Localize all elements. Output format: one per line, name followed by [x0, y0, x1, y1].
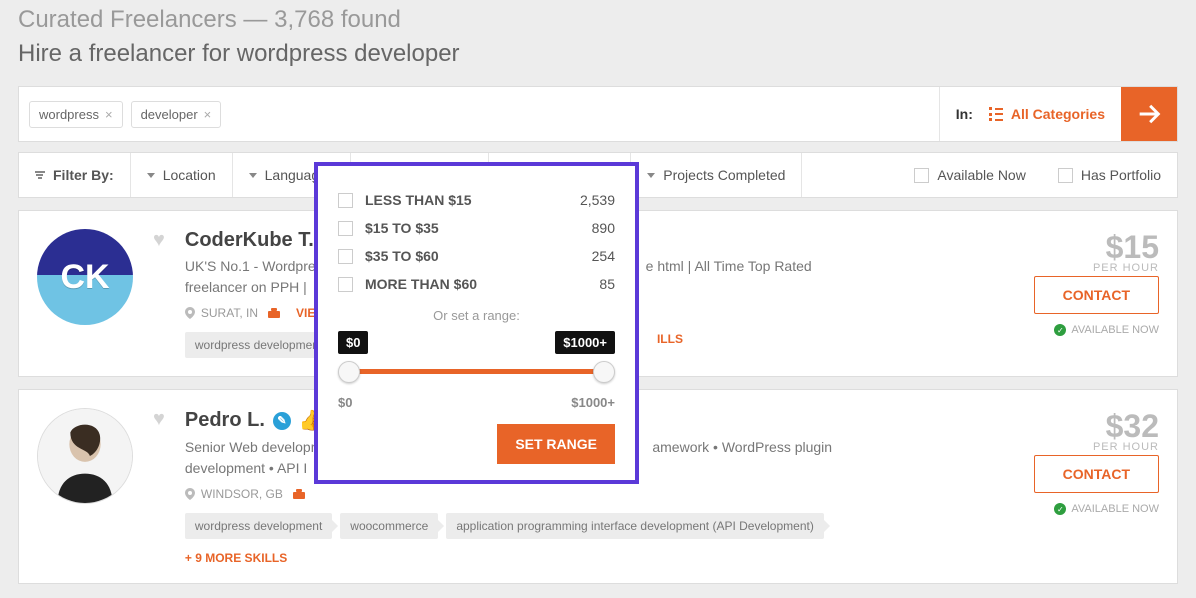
search-tags[interactable]: wordpress× developer×	[19, 87, 939, 141]
rate-option[interactable]: LESS THAN $152,539	[338, 186, 615, 214]
set-range-button[interactable]: SET RANGE	[497, 424, 615, 464]
rate-option[interactable]: MORE THAN $6085	[338, 270, 615, 298]
scale-min: $0	[338, 395, 352, 410]
per-hour-rate-dropdown: LESS THAN $152,539 $15 TO $35890 $35 TO …	[314, 162, 639, 484]
checkbox-icon[interactable]	[338, 277, 353, 292]
arrow-right-icon	[1135, 100, 1163, 128]
checkbox-icon[interactable]	[338, 221, 353, 236]
scale-max: $1000+	[571, 395, 615, 410]
skill-tag[interactable]: woocommerce	[340, 513, 438, 539]
search-bar: wordpress× developer× In: All Categories	[18, 86, 1178, 142]
avatar-photo	[38, 408, 132, 504]
page-title: Curated Freelancers — 3,768 found	[18, 0, 1178, 34]
skill-tag[interactable]: wordpress development	[185, 513, 332, 539]
funnel-icon	[35, 171, 45, 179]
favorite-icon[interactable]: ♥	[153, 229, 165, 252]
check-icon: ✓	[1054, 324, 1066, 336]
checkbox-icon[interactable]	[914, 168, 929, 183]
contact-button[interactable]: CONTACT	[1034, 276, 1159, 314]
rate-unit: PER HOUR	[1093, 262, 1159, 274]
search-submit-button[interactable]	[1121, 87, 1177, 141]
briefcase-icon	[268, 308, 280, 318]
skill-tag[interactable]: wordpress developmen	[185, 332, 329, 358]
chevron-down-icon	[647, 173, 655, 178]
availability-badge: ✓AVAILABLE NOW	[1054, 324, 1159, 336]
avatar[interactable]: CK	[37, 229, 133, 325]
chevron-down-icon	[147, 173, 155, 178]
verified-badge-icon: ✎	[273, 412, 291, 430]
remove-tag-icon[interactable]: ×	[204, 107, 212, 122]
more-skills-link[interactable]: + 9 MORE SKILLS	[185, 551, 899, 565]
slider-min-bubble: $0	[338, 331, 368, 354]
category-selector: In: All Categories	[939, 87, 1121, 141]
checkbox-icon[interactable]	[338, 193, 353, 208]
range-label: Or set a range:	[338, 308, 615, 323]
briefcase-icon	[293, 489, 305, 499]
list-icon	[989, 107, 1003, 121]
filter-location[interactable]: Location	[131, 153, 233, 197]
in-label: In:	[956, 106, 973, 122]
slider-handle-max[interactable]	[593, 361, 615, 383]
rate-option[interactable]: $15 TO $35890	[338, 214, 615, 242]
hourly-rate: $32	[1106, 408, 1159, 445]
skills-row: wordpress development woocommerce applic…	[185, 513, 899, 539]
contact-button[interactable]: CONTACT	[1034, 455, 1159, 493]
page-subtitle: Hire a freelancer for wordpress develope…	[18, 34, 1178, 86]
checkbox-icon[interactable]	[1058, 168, 1073, 183]
filter-projects-completed[interactable]: Projects Completed	[631, 153, 802, 197]
pin-icon	[185, 307, 195, 319]
search-tag[interactable]: wordpress×	[29, 101, 123, 128]
toggle-available-now[interactable]: Available Now	[898, 153, 1041, 197]
slider-handle-min[interactable]	[338, 361, 360, 383]
remove-tag-icon[interactable]: ×	[105, 107, 113, 122]
rate-option[interactable]: $35 TO $60254	[338, 242, 615, 270]
skill-tag[interactable]: application programming interface develo…	[446, 513, 824, 539]
pin-icon	[185, 488, 195, 500]
check-icon: ✓	[1054, 503, 1066, 515]
hourly-rate: $15	[1106, 229, 1159, 266]
more-skills-link[interactable]: ILLS	[657, 332, 683, 358]
availability-badge: ✓AVAILABLE NOW	[1054, 503, 1159, 515]
freelancer-location: WINDSOR, GB	[185, 487, 899, 501]
all-categories-link[interactable]: All Categories	[989, 106, 1105, 122]
slider-max-bubble: $1000+	[555, 331, 615, 354]
rate-unit: PER HOUR	[1093, 441, 1159, 453]
price-range-slider[interactable]: $0 $1000+	[338, 331, 615, 391]
slider-track	[346, 369, 607, 374]
chevron-down-icon	[249, 173, 257, 178]
view-link[interactable]: VIE	[296, 306, 315, 320]
toggle-has-portfolio[interactable]: Has Portfolio	[1042, 153, 1177, 197]
checkbox-icon[interactable]	[338, 249, 353, 264]
favorite-icon[interactable]: ♥	[153, 408, 165, 431]
avatar[interactable]	[37, 408, 133, 504]
search-tag[interactable]: developer×	[131, 101, 222, 128]
filter-by-label: Filter By:	[19, 153, 131, 197]
